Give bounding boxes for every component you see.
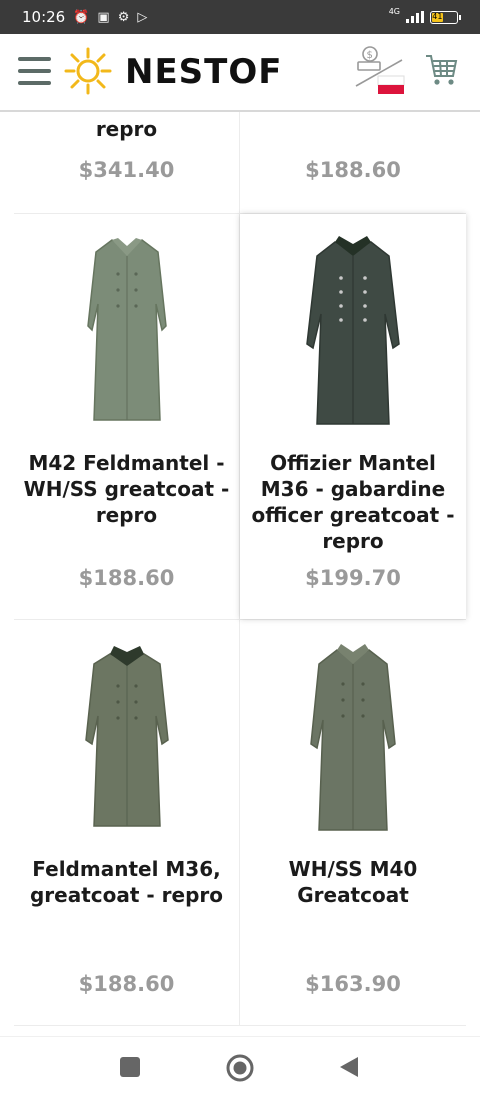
status-bar: 10:26 ⏰ ▣ ⚙ ▷ 4G 41 — [0, 0, 480, 34]
play-store-icon: ▷ — [137, 9, 148, 25]
product-card[interactable]: WH/SS M40 Greatcoat $163.90 — [240, 620, 466, 1025]
field-greatcoat-image[interactable] — [82, 640, 172, 832]
product-price: $188.60 — [305, 158, 401, 182]
sun-logo-icon[interactable] — [64, 47, 112, 95]
brand-logo[interactable]: NESTOF — [125, 52, 283, 92]
officer-greatcoat-image[interactable] — [301, 234, 405, 430]
settings-icon: ⚙ — [117, 9, 130, 25]
alarm-off-icon: ⏰ — [73, 9, 90, 25]
product-title[interactable]: Offizier Mantel M36 - gabardine officer … — [240, 450, 466, 554]
product-title[interactable]: M42 Feldmantel - WH/SS greatcoat - repro — [14, 450, 239, 528]
product-card[interactable]: Feldmantel M36, greatcoat - repro $188.6… — [14, 620, 240, 1025]
product-price: $188.60 — [78, 566, 175, 590]
greatcoat-image[interactable] — [82, 234, 172, 426]
product-card[interactable]: Offizier Mantel M36 - gabardine officer … — [240, 214, 466, 619]
battery-icon: 41 — [430, 10, 461, 24]
app-header: NESTOF $ — [0, 34, 480, 112]
product-title[interactable]: repro — [14, 116, 239, 142]
product-grid: repro $341.40 $188.60 M42 Feldmantel - W… — [14, 112, 466, 1026]
product-price: $199.70 — [305, 566, 401, 590]
product-price: $163.90 — [305, 972, 401, 996]
product-card[interactable]: M42 Feldmantel - WH/SS greatcoat - repro… — [14, 214, 240, 619]
svg-text:$: $ — [367, 50, 373, 61]
product-card[interactable]: $188.60 — [240, 112, 466, 213]
product-title[interactable]: WH/SS M40 Greatcoat — [240, 856, 466, 908]
product-row: repro $341.40 $188.60 — [14, 112, 466, 214]
m40-greatcoat-image[interactable] — [305, 640, 401, 836]
home-circle-icon[interactable] — [225, 1053, 255, 1083]
shopping-cart-icon[interactable] — [424, 52, 458, 88]
status-time: 10:26 — [22, 8, 66, 26]
product-card[interactable]: repro $341.40 — [14, 112, 240, 213]
back-triangle-icon[interactable] — [338, 1055, 360, 1079]
product-price: $341.40 — [78, 158, 175, 182]
recents-square-icon[interactable] — [118, 1055, 142, 1079]
product-title[interactable]: Feldmantel M36, greatcoat - repro — [14, 856, 239, 908]
product-row: M42 Feldmantel - WH/SS greatcoat - repro… — [14, 214, 466, 620]
battery-level: 41 — [432, 11, 443, 22]
signal-icon — [406, 11, 424, 23]
product-price: $188.60 — [78, 972, 175, 996]
hamburger-menu-icon[interactable] — [18, 57, 51, 85]
message-icon: ▣ — [97, 9, 110, 25]
system-nav-bar — [0, 1036, 480, 1100]
network-type: 4G — [388, 7, 400, 16]
currency-flag-icon[interactable]: $ — [354, 42, 406, 98]
product-row: Feldmantel M36, greatcoat - repro $188.6… — [14, 620, 466, 1026]
